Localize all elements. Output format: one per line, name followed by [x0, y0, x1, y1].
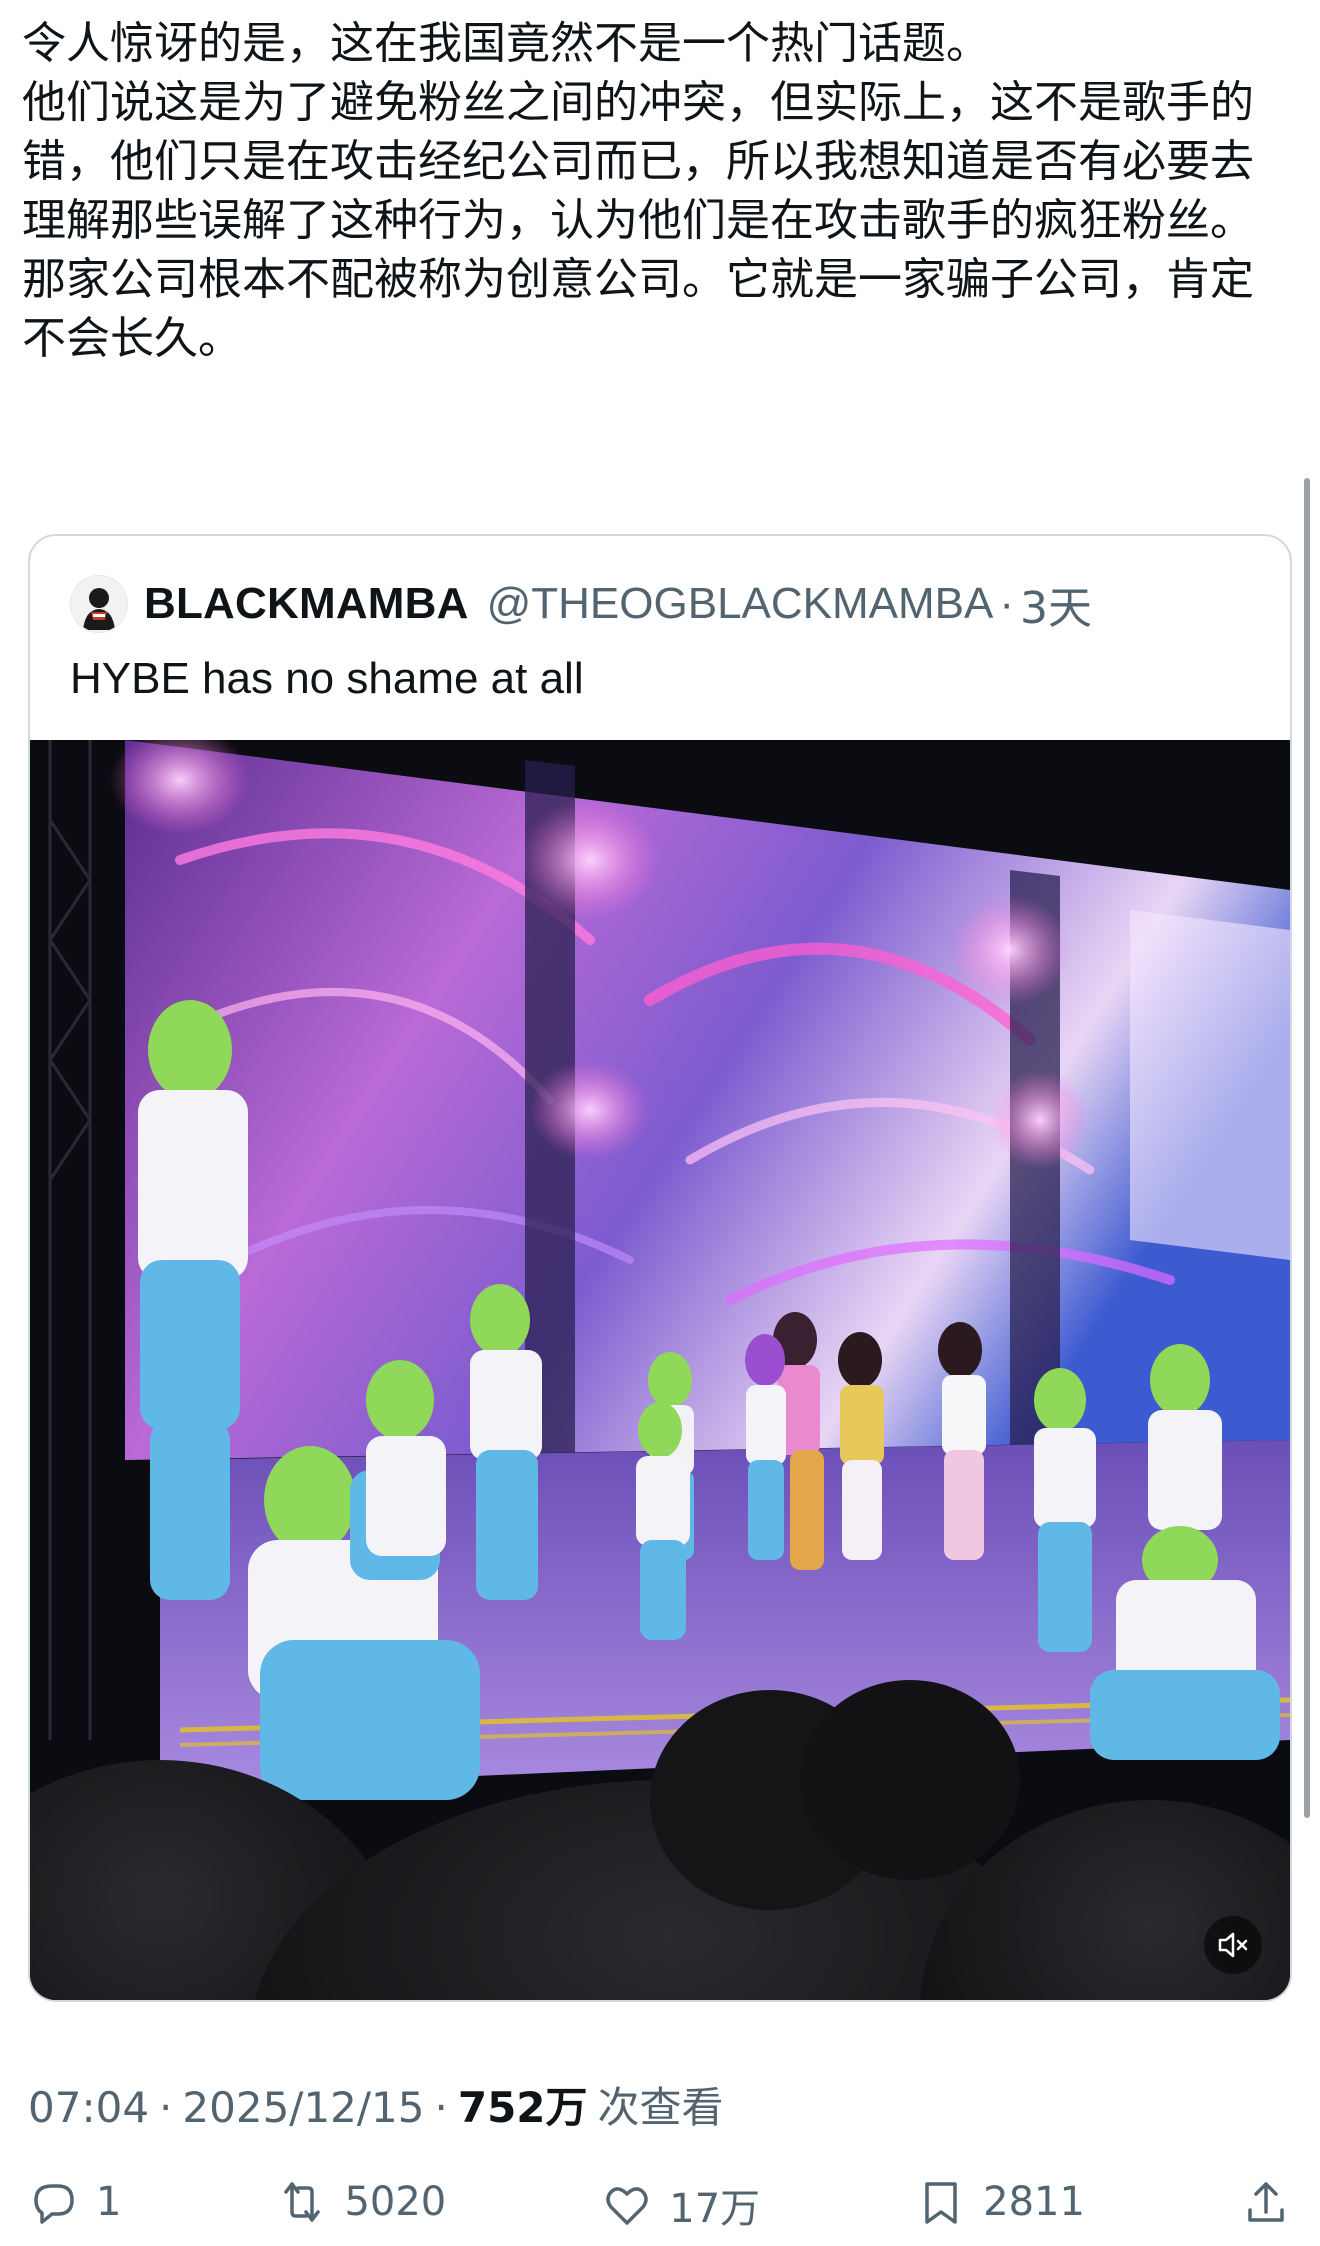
reply-button[interactable]: 1: [28, 2176, 121, 2228]
bookmark-count: 2811: [983, 2179, 1085, 2225]
speaker-muted-icon: [1216, 1928, 1250, 1962]
page-scrollbar[interactable]: [1304, 478, 1310, 1818]
post-time[interactable]: 07:04: [28, 2083, 149, 2132]
quoted-post-card[interactable]: BLACKMAMBA @THEOGBLACKMAMBA · 3天 HYBE ha…: [28, 534, 1292, 2002]
repost-button[interactable]: 5020: [276, 2176, 446, 2228]
repost-icon: [276, 2176, 328, 2228]
reply-count: 1: [96, 2179, 122, 2225]
post-date[interactable]: 2025/12/15: [182, 2083, 424, 2132]
share-button[interactable]: [1240, 2176, 1292, 2228]
bookmark-icon: [915, 2176, 967, 2228]
post-meta: 07:04 · 2025/12/15 · 752万 次查看: [28, 2074, 724, 2135]
post-paragraph-1: 令人惊讶的是，这在我国竟然不是一个热门话题。: [22, 18, 990, 69]
quoted-post-time[interactable]: 3天: [1020, 572, 1092, 636]
quoted-post-header: BLACKMAMBA @THEOGBLACKMAMBA · 3天: [70, 575, 1092, 634]
like-count: 17万: [669, 2186, 761, 2232]
meta-separator: ·: [159, 2083, 173, 2132]
video-frame: [30, 740, 1290, 2000]
post-text: 令人惊讶的是，这在我国竟然不是一个热门话题。 他们说这是为了避免粉丝之间的冲突，…: [22, 14, 1272, 368]
action-bar: 1 5020 17万 2811: [28, 2176, 1292, 2246]
author-handle[interactable]: @THEOGBLACKMAMBA: [487, 579, 994, 629]
video-player[interactable]: [30, 740, 1290, 2000]
author-name[interactable]: BLACKMAMBA: [144, 579, 469, 629]
author-avatar[interactable]: [70, 575, 128, 633]
views-count[interactable]: 752万: [458, 2074, 588, 2135]
quoted-post-text: HYBE has no shame at all: [70, 654, 584, 703]
header-separator: ·: [999, 579, 1015, 628]
reply-icon: [28, 2176, 80, 2228]
meta-separator: ·: [434, 2083, 448, 2132]
post-paragraph-3: 那家公司根本不配被称为创意公司。它就是一家骗子公司，肯定不会长久。: [22, 254, 1254, 364]
like-button[interactable]: 17万: [601, 2176, 760, 2234]
post-paragraph-2: 他们说这是为了避免粉丝之间的冲突，但实际上，这不是歌手的错，他们只是在攻击经纪公…: [22, 77, 1254, 246]
bookmark-button[interactable]: 2811: [915, 2176, 1085, 2228]
like-icon: [601, 2179, 653, 2231]
share-icon: [1240, 2176, 1292, 2228]
mute-button[interactable]: [1204, 1916, 1262, 1974]
repost-count: 5020: [344, 2179, 447, 2225]
views-label: 次查看: [597, 2083, 724, 2132]
